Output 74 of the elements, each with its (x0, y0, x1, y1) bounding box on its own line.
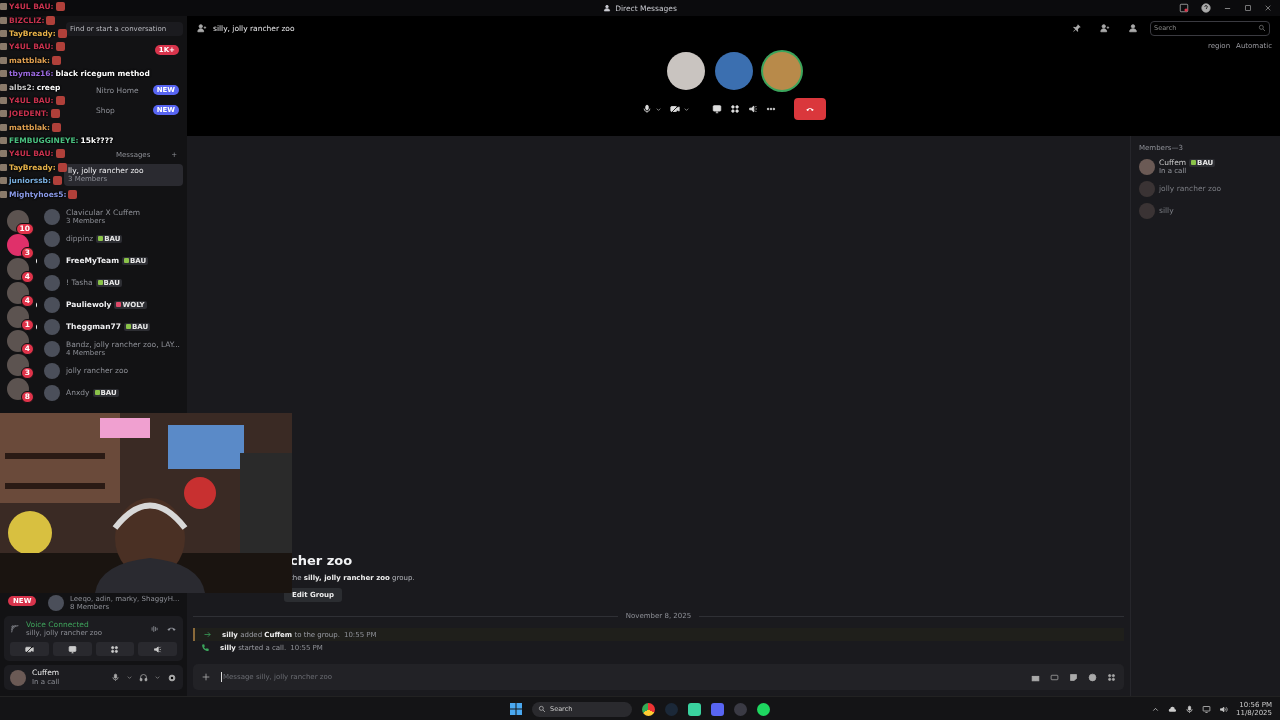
participant-avatar (714, 52, 753, 90)
start-icon[interactable] (510, 703, 522, 715)
search-icon (538, 705, 546, 713)
add-friend-icon[interactable] (1100, 23, 1110, 33)
caret-icon (654, 105, 662, 113)
emoji-icon[interactable] (1088, 672, 1097, 682)
sticker-icon[interactable] (1069, 672, 1078, 682)
caret-icon (682, 105, 690, 113)
server-icon[interactable] (7, 258, 29, 280)
avatar (44, 253, 60, 269)
server-icon[interactable] (7, 210, 29, 232)
server-icon[interactable] (7, 282, 29, 304)
gif-icon[interactable] (1050, 672, 1059, 682)
noise-icon[interactable] (150, 624, 160, 634)
headphones-icon[interactable] (139, 673, 148, 683)
speaker-icon[interactable] (1219, 704, 1229, 714)
mic-button[interactable] (641, 104, 662, 114)
screen-share-button[interactable] (52, 642, 92, 657)
search-icon (1258, 24, 1266, 32)
signal-icon (10, 624, 20, 634)
activities-button[interactable] (95, 642, 135, 657)
avatar (44, 319, 60, 335)
apps-icon[interactable] (1107, 672, 1116, 682)
avatar (44, 297, 60, 313)
app-icon[interactable] (688, 702, 701, 716)
members-icon[interactable] (1128, 23, 1138, 33)
server-icon[interactable] (7, 234, 29, 256)
caret-icon[interactable] (126, 674, 133, 682)
participant-avatar (666, 52, 705, 90)
server-icon[interactable] (7, 330, 29, 352)
screen-record-icon[interactable] (1179, 3, 1189, 13)
close-icon[interactable] (1264, 4, 1272, 12)
settings-icon[interactable] (167, 672, 177, 683)
cloud-icon[interactable] (1168, 704, 1178, 714)
avatar (44, 341, 60, 357)
browser-icon[interactable] (642, 702, 655, 716)
group-icon (197, 23, 207, 33)
plus-icon[interactable] (201, 672, 211, 682)
arrow-icon (203, 630, 212, 639)
soundboard-icon (153, 644, 163, 654)
help-icon[interactable] (1201, 3, 1211, 13)
hang-up-button[interactable] (793, 98, 826, 120)
pin-icon[interactable] (1072, 23, 1082, 33)
mic-icon (641, 104, 652, 114)
soundboard-button[interactable] (138, 642, 177, 657)
camera-button[interactable] (669, 104, 690, 114)
mic-icon[interactable] (1185, 704, 1195, 714)
server-icon[interactable] (7, 378, 29, 400)
grid-icon (110, 644, 120, 654)
screen-icon (67, 644, 77, 654)
soundboard-icon[interactable] (747, 104, 758, 114)
avatar (44, 209, 60, 225)
phone-icon (201, 643, 210, 652)
maximize-icon[interactable] (1244, 4, 1252, 12)
participant-avatar (762, 52, 801, 90)
avatar (44, 363, 60, 379)
server-icon[interactable] (7, 306, 29, 328)
mic-icon[interactable] (111, 673, 120, 683)
avatar (44, 275, 60, 291)
activities-icon[interactable] (729, 104, 740, 114)
caret-icon[interactable] (154, 674, 161, 682)
avatar (48, 594, 64, 611)
server-icon[interactable] (7, 354, 29, 376)
camera-off-icon (669, 104, 680, 114)
chat-app-icon[interactable] (711, 702, 724, 716)
monitor-icon[interactable] (1202, 704, 1212, 714)
avatar (44, 231, 60, 247)
camera-off-icon (24, 644, 34, 654)
avatar (44, 385, 60, 401)
avatar (10, 669, 26, 686)
camera-button[interactable] (10, 642, 49, 657)
screen-share-icon[interactable] (711, 104, 722, 114)
music-app-icon[interactable] (757, 702, 770, 716)
welcome-title: cher zoo (290, 553, 354, 568)
